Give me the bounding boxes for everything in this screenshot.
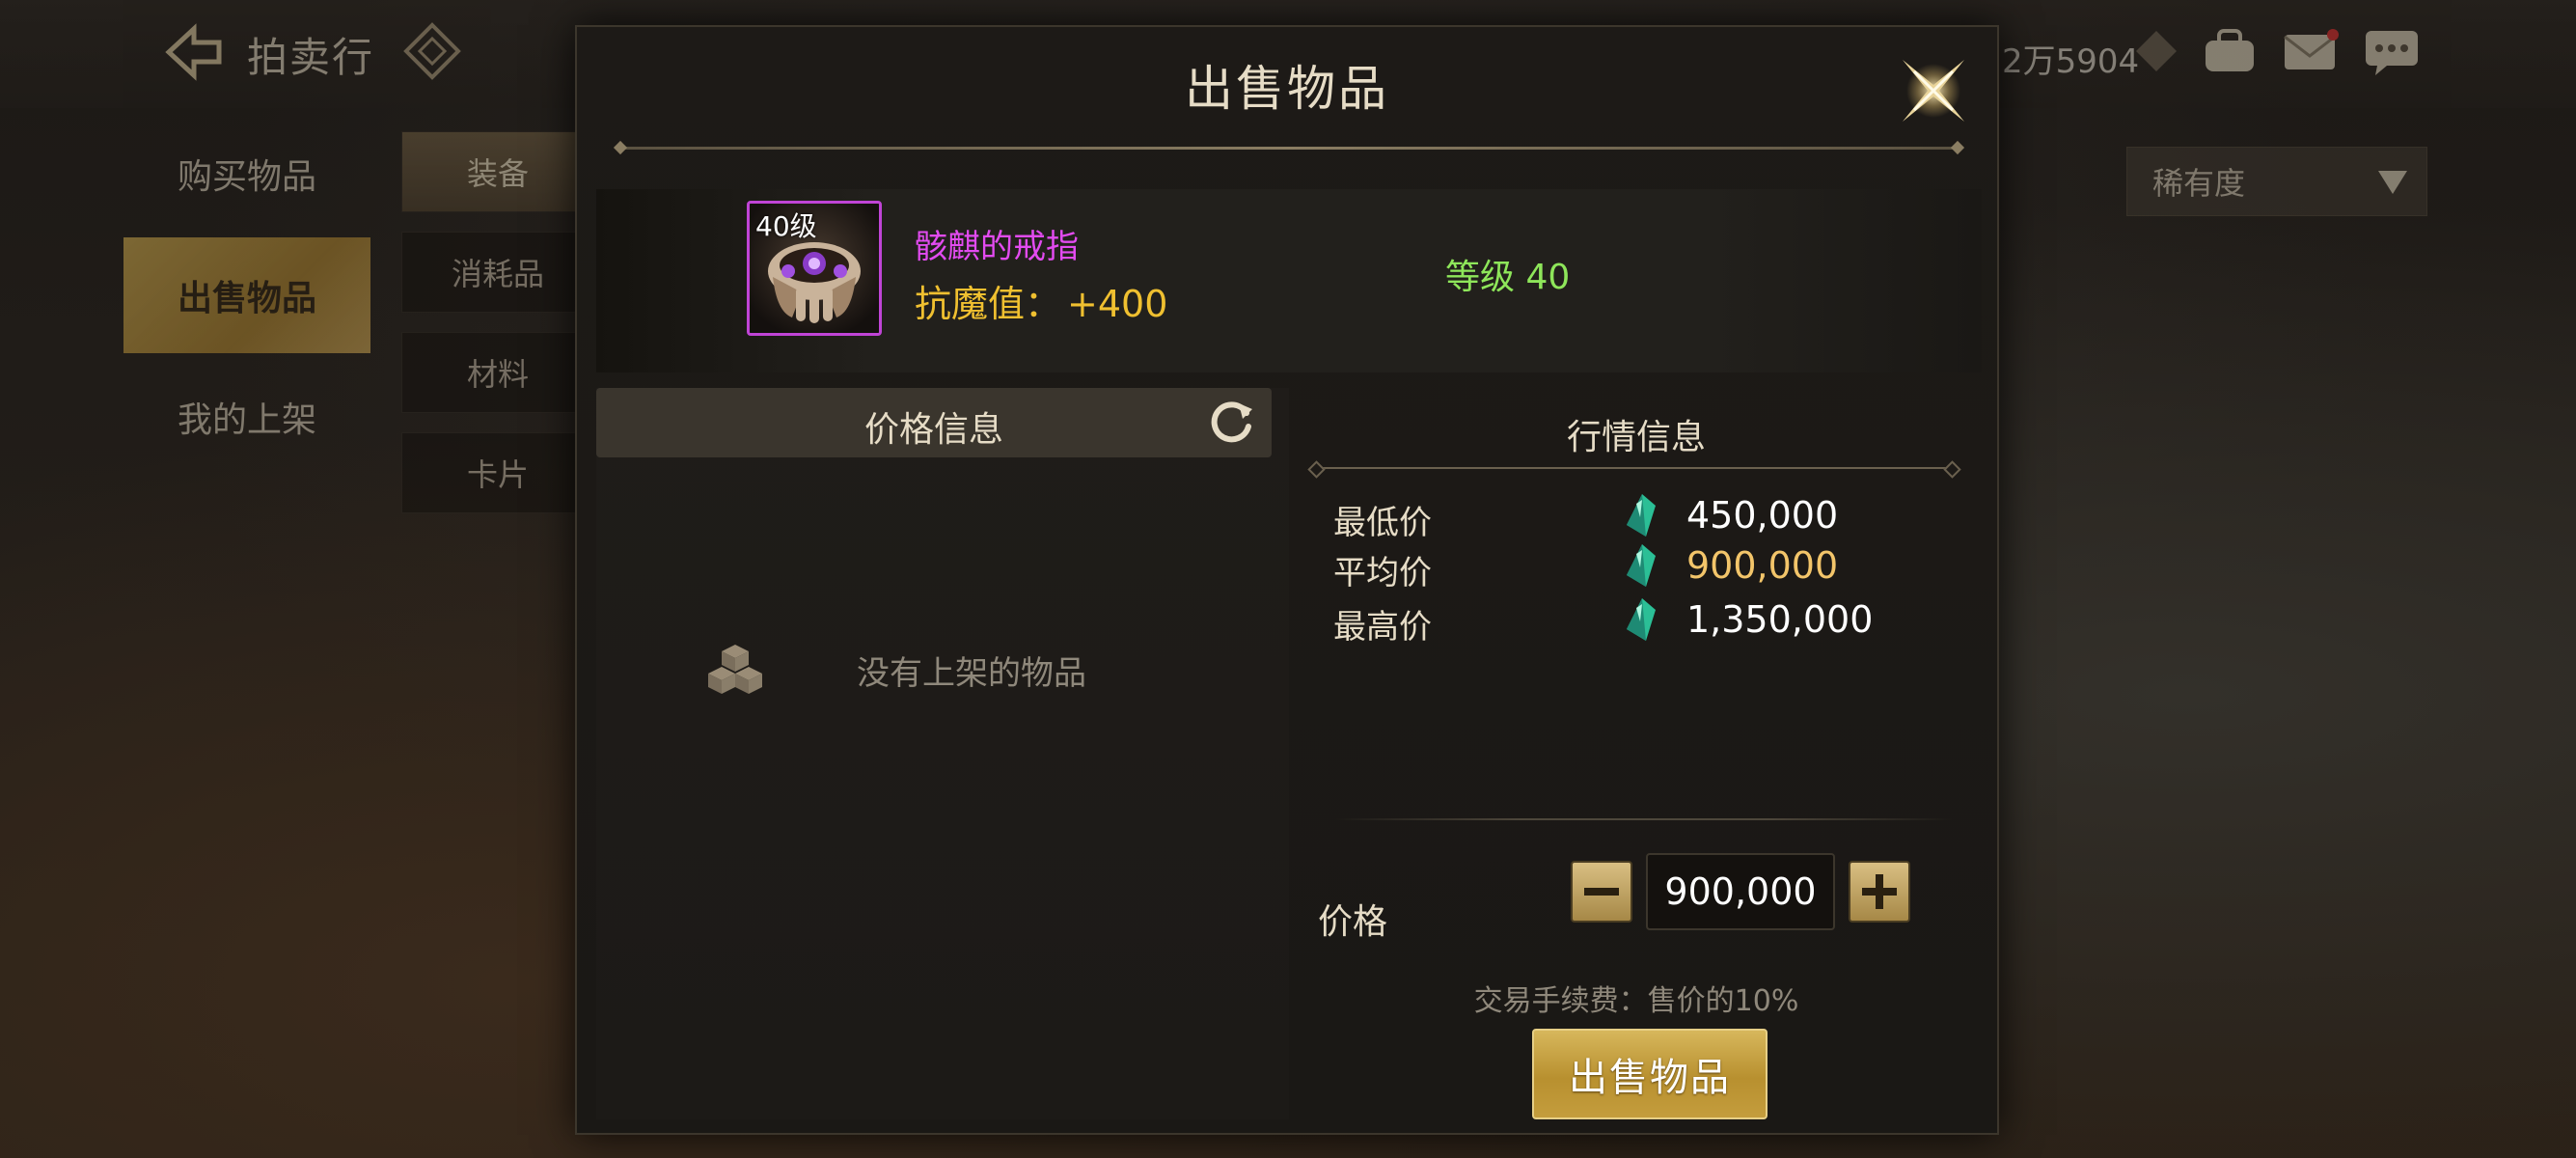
plus-diamond-icon xyxy=(2136,31,2177,71)
back-button[interactable] xyxy=(154,19,232,85)
bag-button[interactable] xyxy=(2200,27,2260,77)
market-divider xyxy=(1316,467,1953,469)
category-cards[interactable]: 卡片 xyxy=(401,432,594,513)
sidebar-item-buy[interactable]: 购买物品 xyxy=(123,116,370,232)
item-level-tag: 40级 xyxy=(755,210,817,242)
mail-button[interactable] xyxy=(2281,27,2341,77)
price-input[interactable] xyxy=(1646,853,1835,930)
market-row-label: 平均价 xyxy=(1333,554,1432,593)
back-arrow-icon xyxy=(165,23,222,81)
chat-button[interactable] xyxy=(2362,27,2422,77)
decrease-price-button[interactable] xyxy=(1571,861,1632,923)
item-grade: 等级 40 xyxy=(1445,258,1571,297)
market-row-average: 平均价 900,000 xyxy=(1333,540,1951,593)
item-stat-label: 抗魔值： xyxy=(915,283,1062,325)
dialog-title: 出售物品 xyxy=(1185,61,1389,117)
add-currency-button[interactable] xyxy=(2132,27,2192,77)
refresh-button[interactable] xyxy=(1204,396,1258,450)
help-diamond-button[interactable] xyxy=(400,19,464,83)
close-button[interactable] xyxy=(1889,46,1978,135)
sidebar-item-sell[interactable]: 出售物品 xyxy=(123,237,370,353)
chat-icon xyxy=(2366,31,2418,75)
item-stat-value: +400 xyxy=(1067,283,1168,325)
plus-icon xyxy=(1862,874,1897,909)
sidebar-item-label: 出售物品 xyxy=(177,279,316,318)
boxes-icon xyxy=(708,645,762,694)
close-icon xyxy=(1903,60,1964,122)
item-name: 骸麒的戒指 xyxy=(915,228,1079,266)
category-label: 材料 xyxy=(466,356,529,393)
market-row-label: 最高价 xyxy=(1333,608,1432,647)
price-label: 价格 xyxy=(1318,902,1388,942)
gem-currency-icon xyxy=(1627,494,1656,537)
minus-icon xyxy=(1584,888,1619,896)
sell-button-label: 出售物品 xyxy=(1569,1056,1731,1100)
category-label: 装备 xyxy=(466,155,529,192)
price-info-title: 价格信息 xyxy=(863,410,1003,450)
sell-item-button[interactable]: 出售物品 xyxy=(1532,1029,1768,1119)
refresh-icon xyxy=(1211,401,1252,443)
price-info-panel xyxy=(596,388,1289,1119)
market-row-value: 450,000 xyxy=(1686,494,1839,537)
rarity-sort-dropdown[interactable]: 稀有度 xyxy=(2126,147,2427,216)
sidebar-item-my-listings[interactable]: 我的上架 xyxy=(123,359,370,475)
market-row-value: 1,350,000 xyxy=(1686,598,1874,641)
chevron-down-icon xyxy=(2378,171,2407,194)
title-divider xyxy=(619,147,1959,150)
item-slot[interactable]: 40级 xyxy=(747,201,882,336)
price-section-divider xyxy=(1335,818,1953,820)
empty-listings-text: 没有上架的物品 xyxy=(857,654,1086,693)
gem-currency-icon xyxy=(1627,598,1656,641)
sell-item-dialog: 出售物品 40级 骸麒的戒指 抗魔值： +400 等级 40 价格信息 没有上架… xyxy=(575,25,1999,1135)
diamond-icon xyxy=(403,22,461,80)
page-title: 拍卖行 xyxy=(247,34,375,81)
sidebar-item-label: 购买物品 xyxy=(177,157,316,197)
market-info-title: 行情信息 xyxy=(1566,418,1706,457)
sort-label: 稀有度 xyxy=(2152,165,2246,202)
item-stat: 抗魔值： +400 xyxy=(915,274,1167,327)
mail-icon xyxy=(2284,29,2339,69)
market-row-label: 最低价 xyxy=(1333,504,1432,542)
transaction-fee-text: 交易手续费：售价的10% xyxy=(1473,984,1799,1018)
category-label: 消耗品 xyxy=(451,256,544,292)
price-info-header: 价格信息 xyxy=(596,388,1272,457)
market-row-highest: 最高价 1,350,000 xyxy=(1333,594,1951,647)
category-materials[interactable]: 材料 xyxy=(401,332,594,413)
currency-amount: 2万5904 xyxy=(2002,42,2140,81)
market-row-lowest: 最低价 450,000 xyxy=(1333,490,1951,542)
sidebar-item-label: 我的上架 xyxy=(177,400,316,440)
category-equipment[interactable]: 装备 xyxy=(401,131,594,212)
increase-price-button[interactable] xyxy=(1849,861,1910,923)
category-label: 卡片 xyxy=(466,456,529,493)
market-row-value: 900,000 xyxy=(1686,544,1839,587)
bag-icon xyxy=(2206,29,2254,71)
category-consumables[interactable]: 消耗品 xyxy=(401,232,594,313)
gem-currency-icon xyxy=(1627,544,1656,587)
